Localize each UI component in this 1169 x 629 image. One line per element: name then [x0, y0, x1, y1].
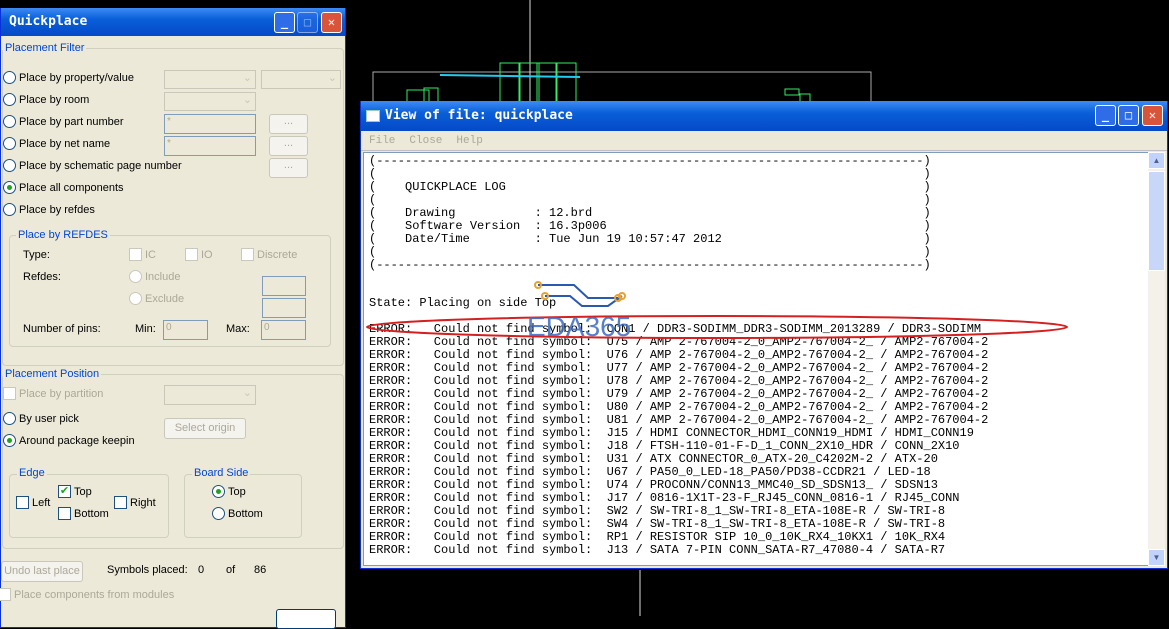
by-user-pick-radio[interactable]: By user pick	[3, 412, 79, 425]
annotation-overlay: EDA365	[366, 281, 1068, 342]
radio-net-name[interactable]: Place by net name	[3, 137, 110, 150]
radio-part-number[interactable]: Place by part number	[3, 115, 124, 128]
symbols-placed-label: Symbols placed:	[107, 564, 188, 576]
radio-room[interactable]: Place by room	[3, 93, 89, 106]
browse-net-button: ...	[269, 136, 308, 156]
radio-refdes[interactable]: Place by refdes	[3, 203, 95, 216]
browse-part-button: ...	[269, 114, 308, 134]
log-close-button[interactable]: ✕	[1142, 105, 1163, 126]
edge-label: Edge	[17, 467, 47, 479]
edge-right-checkbox[interactable]: Right	[114, 496, 156, 509]
view-log-button[interactable]	[276, 609, 336, 629]
max-pins-field: 0	[261, 320, 306, 340]
log-title: View of file: quickplace	[385, 108, 573, 123]
radio-all-components[interactable]: Place all components	[3, 181, 124, 194]
refdes-label: Refdes:	[23, 271, 61, 283]
scroll-down-icon[interactable]: ▼	[1148, 549, 1165, 566]
window-icon	[366, 110, 380, 122]
of-label: of	[226, 564, 236, 576]
board-side-group	[184, 474, 302, 538]
minimize-button[interactable]: _	[274, 12, 295, 33]
edge-top-checkbox[interactable]: ✔ Top	[58, 485, 92, 498]
radio-schematic-page[interactable]: Place by schematic page number	[3, 159, 182, 172]
menu-help[interactable]: Help	[456, 131, 482, 150]
part-number-field: *	[164, 114, 256, 134]
close-button[interactable]: ✕	[321, 12, 342, 33]
radio-property-value[interactable]: Place by property/value	[3, 71, 134, 84]
net-name-field: *	[164, 136, 256, 156]
min-label: Min:	[135, 323, 156, 335]
partition-checkbox: Place by partition	[3, 387, 103, 400]
log-maximize-button[interactable]: □	[1118, 105, 1139, 126]
menu-bar: File Close Help	[361, 131, 1167, 151]
log-minimize-button[interactable]: _	[1095, 105, 1116, 126]
edge-left-checkbox[interactable]: Left	[16, 496, 50, 509]
min-pins-field: 0	[163, 320, 208, 340]
around-keepin-radio[interactable]: Around package keepin	[3, 434, 135, 447]
board-outline	[372, 71, 872, 103]
select-origin-button: Select origin	[164, 418, 246, 439]
quickplace-title-bar[interactable]: Quickplace _ □ ✕	[1, 8, 345, 36]
log-header-line: (---------------------------------------…	[369, 258, 931, 272]
log-title-bar[interactable]: View of file: quickplace _ □ ✕	[361, 101, 1167, 131]
property-select	[164, 70, 256, 89]
vertical-scrollbar[interactable]: ▲ ▼	[1148, 152, 1165, 566]
menu-close[interactable]: Close	[409, 131, 442, 150]
type-io-checkbox: IO	[185, 248, 213, 261]
type-ic-checkbox: IC	[129, 248, 156, 261]
include-field	[262, 276, 306, 296]
pins-label: Number of pins:	[23, 323, 101, 335]
side-top-radio[interactable]: Top	[212, 485, 246, 498]
type-discrete-checkbox: Discrete	[241, 248, 297, 261]
quickplace-dialog: Quickplace _ □ ✕ Placement Filter Place …	[0, 8, 346, 629]
browse-page-button: ...	[269, 158, 308, 178]
value-select	[261, 70, 341, 89]
watermark-text: EDA365	[527, 311, 631, 342]
menu-file[interactable]: File	[369, 131, 395, 150]
symbols-placed-count: 0	[198, 564, 205, 576]
symbols-total: 86	[254, 564, 267, 576]
log-error-line: ERROR: Could not find symbol: J13 / SATA…	[369, 543, 946, 557]
board-side-label: Board Side	[192, 467, 251, 479]
include-radio: Include	[129, 270, 180, 283]
error-highlight-ellipse	[366, 315, 1068, 339]
room-select	[164, 92, 256, 111]
max-label: Max:	[226, 323, 250, 335]
maximize-button: □	[297, 12, 318, 33]
placement-position-label: Placement Position	[3, 368, 102, 380]
edge-bottom-checkbox[interactable]: Bottom	[58, 507, 109, 520]
modules-checkbox: Place components from modules	[0, 588, 174, 601]
scroll-up-icon[interactable]: ▲	[1148, 152, 1165, 169]
exclude-radio: Exclude	[129, 292, 184, 305]
components	[406, 62, 811, 104]
placement-filter-label: Placement Filter	[3, 42, 87, 54]
eda365-logo-icon	[534, 281, 626, 307]
partition-select	[164, 385, 256, 405]
side-bottom-radio[interactable]: Bottom	[212, 507, 263, 520]
refdes-group-label: Place by REFDES	[16, 229, 110, 241]
scroll-thumb[interactable]	[1148, 171, 1165, 271]
log-text-area[interactable]: (---------------------------------------…	[363, 152, 1149, 566]
type-label: Type:	[23, 249, 50, 261]
exclude-field	[262, 298, 306, 318]
undo-last-place-button: Undo last place	[1, 561, 83, 582]
dialog-title: Quickplace	[9, 14, 88, 29]
